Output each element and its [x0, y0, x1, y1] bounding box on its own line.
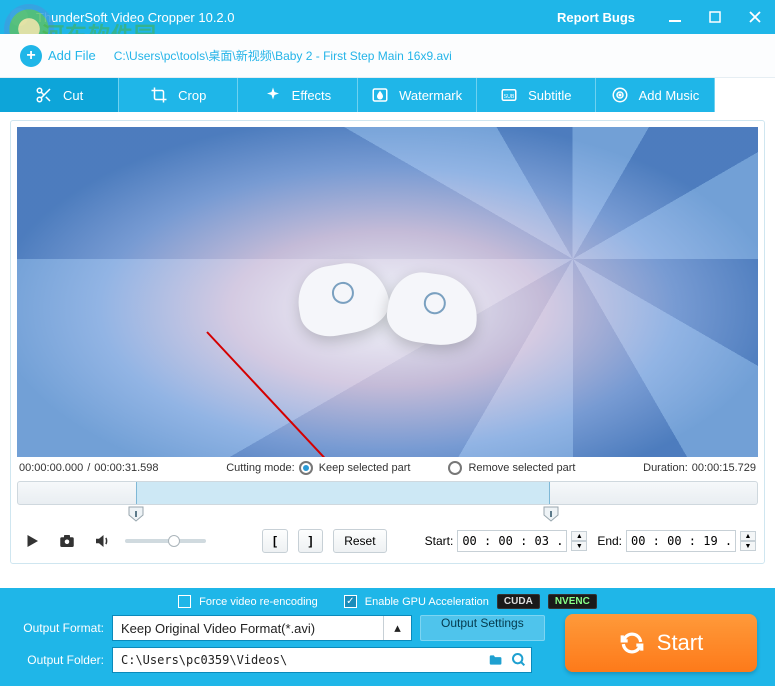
tab-label: Crop	[178, 88, 206, 103]
marker-end[interactable]	[542, 505, 560, 523]
current-file-path: C:\Users\pc\tools\桌面\新视频\Baby 2 - First …	[114, 47, 452, 64]
tab-add-music[interactable]: Add Music	[596, 78, 715, 112]
start-spin-down[interactable]: ▼	[571, 541, 587, 551]
meta-row: 00:00:00.000 / 00:00:31.598 Cutting mode…	[17, 457, 758, 477]
output-folder-value[interactable]: C:\Users\pc0359\Videos\	[113, 653, 483, 667]
folder-search-icon[interactable]	[507, 652, 531, 668]
nvenc-badge: NVENC	[548, 594, 597, 609]
output-format-label: Output Format:	[14, 621, 104, 635]
add-file-label: Add File	[48, 48, 96, 63]
output-format-combo[interactable]: Keep Original Video Format(*.avi) ▴	[112, 615, 412, 641]
timeline-markers	[17, 507, 758, 525]
radio-remove-selected[interactable]	[448, 461, 462, 475]
remove-selected-label: Remove selected part	[468, 462, 575, 474]
marker-start[interactable]	[127, 505, 145, 523]
set-start-bracket-button[interactable]: [	[262, 529, 287, 553]
end-spin-up[interactable]: ▲	[740, 531, 756, 541]
app-logo	[10, 8, 28, 26]
folder-browse-icon[interactable]	[483, 653, 507, 667]
snapshot-button[interactable]	[54, 530, 79, 552]
controls-row: [ ] Reset Start: ▲ ▼ End: ▲ ▼	[17, 525, 758, 557]
radio-keep-selected[interactable]	[299, 461, 313, 475]
encoding-options: Force video re-encoding Enable GPU Accel…	[14, 594, 761, 609]
timeline-selection[interactable]	[136, 482, 550, 504]
tab-watermark[interactable]: Watermark	[358, 78, 477, 112]
total-time: 00:00:31.598	[94, 462, 158, 474]
timeline-track[interactable]	[17, 481, 758, 505]
volume-knob[interactable]	[168, 535, 180, 547]
tab-effects[interactable]: Effects	[238, 78, 357, 112]
droplet-icon	[371, 86, 389, 104]
chevron-up-icon[interactable]: ▴	[383, 616, 411, 640]
minimize-button[interactable]	[655, 0, 695, 34]
set-end-bracket-button[interactable]: ]	[298, 529, 323, 553]
tab-spacer	[715, 78, 775, 112]
start-spinner: ▲ ▼	[571, 531, 587, 551]
output-settings-button[interactable]: Output Settings	[420, 615, 545, 641]
force-reencode-label: Force video re-encoding	[199, 596, 318, 608]
volume-slider[interactable]	[125, 539, 206, 543]
end-time-input[interactable]	[626, 530, 736, 552]
start-label: Start:	[425, 534, 454, 548]
svg-text:SUB: SUB	[504, 94, 515, 100]
bottom-bar: Force video re-encoding Enable GPU Accel…	[0, 588, 775, 686]
sparkle-icon	[264, 86, 282, 104]
end-spin-down[interactable]: ▼	[740, 541, 756, 551]
output-folder-label: Output Folder:	[14, 653, 104, 667]
end-time-field: End: ▲ ▼	[597, 530, 756, 552]
cuda-badge: CUDA	[497, 594, 540, 609]
tab-label: Watermark	[399, 88, 462, 103]
maximize-button[interactable]	[695, 0, 735, 34]
tab-subtitle[interactable]: SUB Subtitle	[477, 78, 596, 112]
titlebar: ThunderSoft Video Cropper 10.2.0 Report …	[0, 0, 775, 34]
start-button[interactable]: Start	[565, 614, 757, 672]
cutting-mode-label: Cutting mode:	[226, 462, 294, 474]
duration-label: Duration:	[643, 462, 688, 474]
crop-icon	[150, 86, 168, 104]
current-time: 00:00:00.000	[19, 462, 83, 474]
end-label: End:	[597, 534, 622, 548]
app-title: ThunderSoft Video Cropper 10.2.0	[36, 10, 557, 25]
tab-label: Effects	[292, 88, 332, 103]
close-button[interactable]	[735, 0, 775, 34]
time-separator: /	[87, 462, 90, 474]
keep-selected-label: Keep selected part	[319, 462, 411, 474]
tab-label: Subtitle	[528, 88, 571, 103]
output-folder-field: C:\Users\pc0359\Videos\	[112, 647, 532, 673]
start-time-field: Start: ▲ ▼	[425, 530, 588, 552]
scissors-icon	[35, 86, 53, 104]
add-file-button[interactable]: + Add File	[10, 39, 106, 73]
refresh-icon	[619, 630, 645, 656]
annotation-arrow	[197, 322, 377, 457]
start-time-input[interactable]	[457, 530, 567, 552]
gpu-accel-label: Enable GPU Acceleration	[365, 596, 489, 608]
start-button-label: Start	[657, 630, 703, 656]
reset-button[interactable]: Reset	[333, 529, 386, 553]
music-icon	[611, 86, 629, 104]
video-preview[interactable]	[17, 127, 758, 457]
tab-label: Cut	[63, 88, 83, 103]
end-spinner: ▲ ▼	[740, 531, 756, 551]
volume-icon[interactable]	[90, 530, 115, 552]
duration-value: 00:00:15.729	[692, 462, 756, 474]
tool-tabs: Cut Crop Effects Watermark SUB Subtitle …	[0, 78, 775, 112]
play-button[interactable]	[19, 530, 44, 552]
subtitle-icon: SUB	[500, 86, 518, 104]
checkbox-force-reencode[interactable]	[178, 595, 191, 608]
plus-icon: +	[20, 45, 42, 67]
checkbox-gpu-accel[interactable]	[344, 595, 357, 608]
tab-cut[interactable]: Cut	[0, 78, 119, 112]
tab-label: Add Music	[639, 88, 700, 103]
editor-panel: 00:00:00.000 / 00:00:31.598 Cutting mode…	[10, 120, 765, 564]
file-row: + Add File C:\Users\pc\tools\桌面\新视频\Baby…	[0, 34, 775, 78]
tab-crop[interactable]: Crop	[119, 78, 238, 112]
start-spin-up[interactable]: ▲	[571, 531, 587, 541]
report-bugs-link[interactable]: Report Bugs	[557, 10, 635, 25]
output-format-value: Keep Original Video Format(*.avi)	[113, 621, 383, 636]
